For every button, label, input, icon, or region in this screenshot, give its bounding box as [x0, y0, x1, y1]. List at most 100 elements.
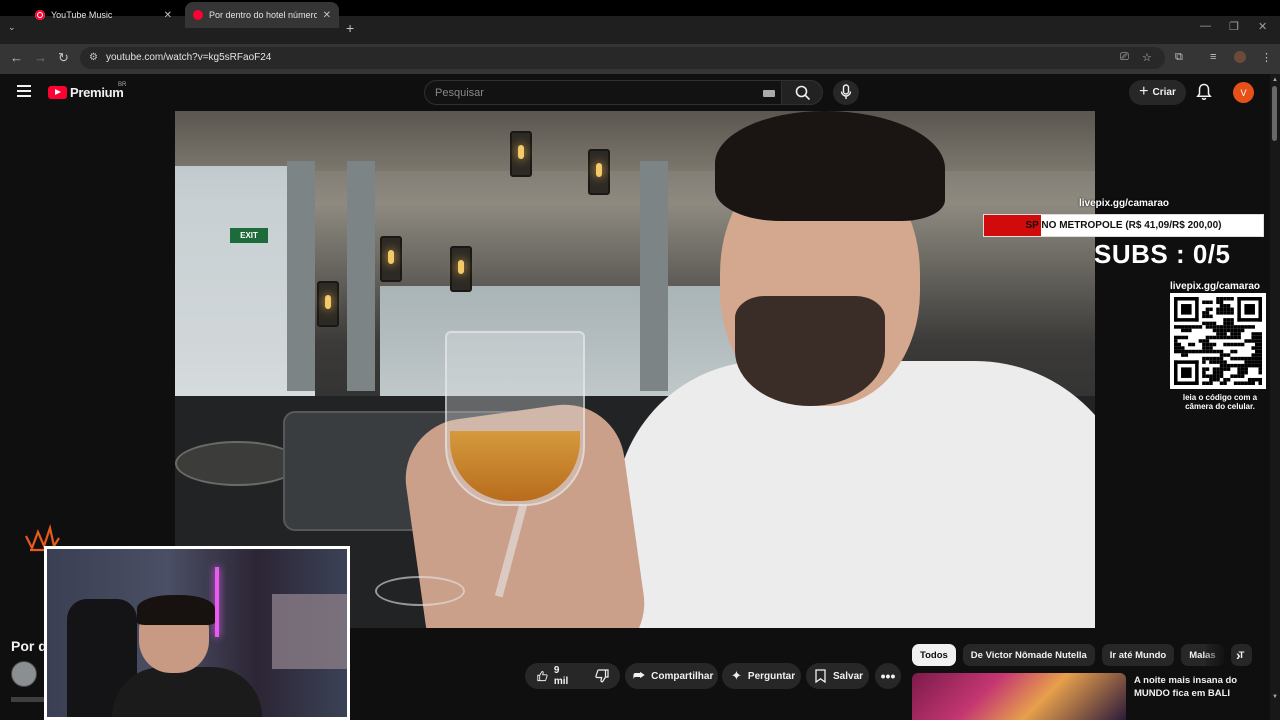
url-text: youtube.com/watch?v=kg5sRFaoF24: [106, 52, 272, 63]
chip-channel[interactable]: De Victor Nômade Nutella: [962, 644, 1095, 666]
recommendation-chips: Todos De Victor Nômade Nutella Ir até Mu…: [912, 644, 1253, 666]
scroll-down-icon[interactable]: ▼: [1272, 694, 1278, 700]
search-icon: [795, 85, 811, 101]
channel-avatar[interactable]: [11, 661, 37, 687]
share-button[interactable]: ⮫ Compartilhar: [625, 663, 718, 689]
chip-todos[interactable]: Todos: [912, 644, 956, 666]
save-label: Salvar: [833, 670, 864, 682]
scene-lamp: [380, 236, 402, 282]
region-code: BR: [118, 82, 127, 88]
bookmark-icon: [815, 669, 826, 683]
back-button[interactable]: ←: [10, 50, 23, 65]
plus-icon: +: [1139, 82, 1149, 100]
qr-code: [1170, 293, 1266, 389]
dislike-button[interactable]: [583, 663, 621, 689]
chip-related[interactable]: Ir até Mundo: [1101, 644, 1175, 666]
goal-label: SP NO METROPOLE (R$ 41,09/R$ 200,00): [1025, 220, 1222, 231]
media-control-icon[interactable]: ≡: [1210, 51, 1216, 63]
ask-button[interactable]: ✦ Perguntar: [722, 663, 801, 689]
bookmark-star-icon[interactable]: ☆: [1142, 51, 1152, 64]
tab-title: YouTube Music: [51, 10, 113, 20]
search-input[interactable]: [435, 87, 755, 99]
address-bar[interactable]: ⚙ youtube.com/watch?v=kg5sRFaoF24: [80, 47, 1165, 69]
scene-table: [175, 441, 300, 486]
chevron-right-icon[interactable]: ›: [1236, 647, 1241, 663]
extensions-icon[interactable]: ⧉: [1175, 51, 1183, 64]
logo-text: Premium: [70, 85, 124, 100]
livepix-link-top: livepix.gg/camarao: [1079, 198, 1170, 209]
cam-shelf: [272, 594, 347, 669]
reload-button[interactable]: ↻: [58, 50, 69, 66]
close-tab-icon[interactable]: ✕: [164, 10, 172, 21]
chips-fade: [1206, 644, 1228, 666]
hamburger-menu-icon[interactable]: [17, 85, 31, 97]
qr-caption: leia o código com a câmera do celular.: [1182, 393, 1258, 411]
cam-neon-light: [215, 567, 219, 637]
create-button[interactable]: + Criar: [1129, 80, 1186, 105]
recommendation-thumbnail[interactable]: [912, 673, 1126, 720]
webcam-feed: [47, 549, 347, 717]
tab-search-button[interactable]: ⌄: [8, 22, 16, 33]
voice-search-button[interactable]: [833, 80, 859, 105]
save-button[interactable]: Salvar: [806, 663, 869, 689]
like-dislike-group: 9 mil: [525, 663, 620, 689]
scene-pillar: [640, 161, 668, 391]
site-info-icon[interactable]: ⚙: [89, 52, 98, 63]
like-count: 9 mil: [553, 665, 569, 687]
scene-lamp: [317, 281, 339, 327]
profile-avatar-icon[interactable]: [1234, 51, 1246, 63]
donation-goal-bar: SP NO METROPOLE (R$ 41,09/R$ 200,00): [983, 214, 1264, 237]
install-app-icon[interactable]: ⎚: [1120, 51, 1129, 64]
subs-counter: SUBS : 0/5: [1094, 239, 1231, 269]
scene-lamp: [588, 149, 610, 195]
scene-pillar: [347, 161, 375, 391]
ask-label: Perguntar: [747, 670, 796, 682]
scene-person-hair: [715, 111, 945, 221]
more-actions-button[interactable]: •••: [875, 663, 901, 689]
scrollbar-thumb[interactable]: [1272, 86, 1277, 141]
recommendation-title[interactable]: A noite mais insana do MUNDO fica em BAL…: [1134, 674, 1254, 700]
like-button[interactable]: 9 mil: [525, 663, 583, 689]
close-window-button[interactable]: ✕: [1258, 20, 1267, 33]
notifications-bell-icon[interactable]: [1196, 83, 1212, 101]
search-box: [424, 80, 782, 105]
close-tab-icon[interactable]: ✕: [323, 10, 331, 21]
search-button[interactable]: [781, 80, 823, 105]
webcam-overlay: [44, 546, 350, 720]
cam-streamer-body: [112, 667, 262, 717]
youtube-play-icon: [48, 86, 67, 99]
scroll-up-icon[interactable]: ▲: [1272, 77, 1278, 83]
screen: ⌄ YouTube Music ✕ Por dentro do hotel nú…: [0, 0, 1280, 720]
chip-truncated[interactable]: T: [1230, 644, 1253, 666]
page-scrollbar[interactable]: ▲ ▼: [1270, 74, 1280, 720]
tab-video[interactable]: Por dentro do hotel número 1 d ✕: [185, 2, 339, 28]
share-arrow-icon: ⮫: [633, 668, 646, 683]
scene-lamp: [510, 131, 532, 177]
sparkle-icon: ✦: [731, 668, 742, 683]
scene-lamp: [450, 246, 472, 292]
thumbs-up-icon: [537, 671, 548, 682]
exit-sign: EXIT: [230, 228, 268, 243]
forward-button[interactable]: →: [34, 50, 47, 65]
microphone-icon: [840, 84, 852, 99]
tab-title: Por dentro do hotel número 1 d: [209, 10, 317, 20]
cam-streamer-hair: [137, 595, 215, 625]
account-avatar[interactable]: V: [1233, 82, 1254, 103]
create-label: Criar: [1152, 87, 1176, 98]
youtube-music-icon: [35, 10, 45, 20]
maximize-button[interactable]: ❐: [1229, 20, 1239, 33]
scene-glass-base: [375, 576, 465, 606]
thumbs-down-icon: [595, 669, 610, 683]
youtube-icon: [193, 10, 203, 20]
scene-pillar: [287, 161, 315, 391]
keyboard-icon[interactable]: [763, 90, 775, 97]
youtube-premium-logo[interactable]: Premium BR: [48, 82, 127, 100]
new-tab-button[interactable]: +: [346, 20, 354, 36]
livepix-link-qr: livepix.gg/camarao: [1170, 281, 1261, 292]
minimize-button[interactable]: —: [1200, 20, 1211, 32]
more-dots-icon: •••: [880, 668, 896, 684]
browser-menu-icon[interactable]: ⋮: [1261, 51, 1272, 64]
share-label: Compartilhar: [651, 670, 714, 682]
scene-person-beard: [735, 296, 885, 406]
tab-youtube-music[interactable]: YouTube Music ✕: [27, 2, 180, 28]
